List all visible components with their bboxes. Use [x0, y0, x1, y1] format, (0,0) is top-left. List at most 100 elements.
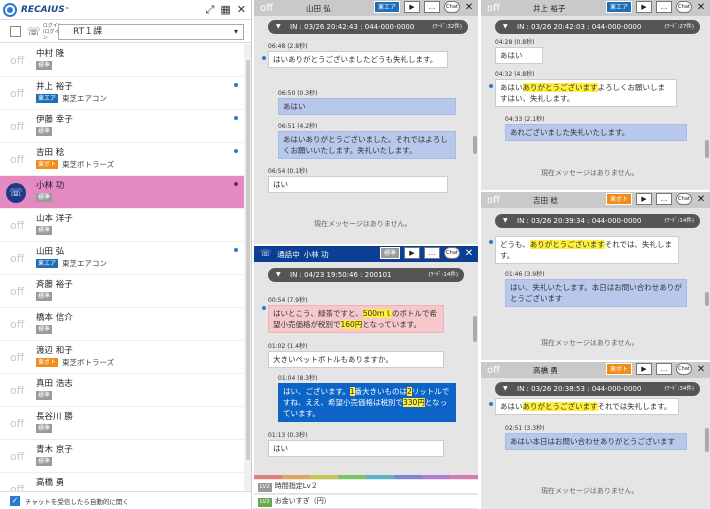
operator-row[interactable]: off 井上 裕子 東エア 東芝エアコン	[0, 77, 244, 110]
operator-row[interactable]: off 吉田 稔東ボト 東芝ボトラーズ	[0, 143, 244, 176]
login-filter-checkbox[interactable]	[10, 26, 21, 37]
company-badge: 標準	[36, 424, 53, 433]
message: あはいありがとうございますそれでは失礼します。	[495, 398, 679, 415]
keyword-highlight: ありがとうございます	[522, 83, 598, 92]
operator-row[interactable]: off 中村 隆標準	[0, 44, 244, 77]
call-info-text: IN : 03/26 20:38:53 : 044-000-0000	[517, 385, 642, 393]
operator-name: 橋本 信介	[36, 313, 73, 323]
call-info: ▼ IN : 03/26 20:42:03 : 044-000-0000 (ﾜｰ…	[495, 20, 700, 34]
play-button[interactable]: ▶	[636, 1, 652, 13]
operator-name: 吉田 稔	[533, 195, 558, 205]
message-bubble: あれございました失礼いたします。	[505, 124, 687, 141]
talk-button[interactable]: …	[424, 247, 440, 259]
keyword-alert[interactable]: LV2 お金いすぎ（円）	[254, 495, 478, 508]
message-time: 06:50 (0.3秒)	[278, 90, 318, 97]
operator-row[interactable]: off 山本 洋子 標準	[0, 209, 244, 242]
operator-name: 吉田 稔	[36, 148, 65, 158]
talk-button[interactable]: …	[656, 193, 672, 205]
panel-scrollbar[interactable]	[705, 140, 709, 158]
chat-button[interactable]: Chat	[676, 363, 692, 375]
company-badge: 東エア	[36, 259, 59, 268]
word-count: (ﾜｰﾄﾞ:32件)	[432, 24, 462, 30]
company-badge: 東ボト	[605, 193, 632, 205]
close-panel-button[interactable]: ✕	[464, 2, 474, 13]
sidebar-scrollbar-thumb[interactable]	[246, 60, 250, 460]
message-bubble: はい、ございます。1番大きいものは2リットルですね、ええ、希望小売価格は税別で3…	[278, 383, 456, 422]
operator-row[interactable]: off 青木 京子 標準	[0, 440, 244, 473]
play-button[interactable]: ▶	[404, 1, 420, 13]
close-panel-button[interactable]: ✕	[696, 364, 706, 375]
play-button[interactable]: ▶	[636, 363, 652, 375]
keyword-highlight: 330円	[403, 398, 425, 407]
call-info: ▼ IN : 03/26 20:42:43 : 044-000-0000 (ﾜｰ…	[268, 20, 468, 34]
unread-dot	[489, 402, 493, 406]
play-button[interactable]: ▶	[636, 193, 652, 205]
message-bubble: あはい	[495, 47, 543, 64]
close-icon[interactable]: ✕	[237, 3, 246, 17]
close-panel-button[interactable]: ✕	[464, 248, 474, 259]
collapse-icon[interactable]: ▼	[503, 20, 508, 34]
operator-name: 長谷川 勝	[36, 412, 73, 422]
operator-name: 渡辺 和子	[36, 346, 73, 356]
status-label: off	[10, 285, 25, 298]
operator-row[interactable]: off 真田 浩志 標準	[0, 374, 244, 407]
group-select[interactable]: RT１課 ▾	[58, 24, 244, 40]
no-message-text: 現在メッセージはありません。	[541, 487, 639, 495]
talk-button[interactable]: …	[656, 363, 672, 375]
chat-button[interactable]: Chat	[676, 193, 692, 205]
message-bubble: あはいありがとうございました。それではよろしくお願いいたします。失礼いたします。	[278, 131, 456, 159]
call-info: ▼ IN : 03/26 20:39:34 : 044-000-0000 (ﾜｰ…	[495, 214, 700, 228]
operator-name: 山本 洋子	[36, 214, 73, 224]
operator-row[interactable]: off 渡辺 和子 東ボト 東芝ボトラーズ	[0, 341, 244, 374]
word-count: (ﾜｰﾄﾞ:14件)	[428, 272, 458, 278]
message-time: 06:51 (4.2秒)	[278, 123, 318, 130]
operator-row[interactable]: ☏ 小林 功標準	[0, 176, 244, 209]
text-segment: それでは失礼します。	[597, 402, 672, 411]
word-count: (ﾜｰﾄﾞ:27件)	[664, 24, 694, 30]
operator-row[interactable]: off 伊藤 幸子 標準	[0, 110, 244, 143]
message: 06:51 (4.2秒) あはいありがとうございました。それではよろしくお願いい…	[278, 122, 456, 159]
panel-scrollbar[interactable]	[473, 136, 477, 154]
company-badge: 標準	[36, 292, 53, 301]
keyword-alert[interactable]: LV2 時間指定Lv２	[254, 480, 478, 493]
talk-button[interactable]: …	[656, 1, 672, 13]
operator-name: 山田 弘	[36, 247, 65, 257]
collapse-icon[interactable]: ▼	[276, 20, 281, 34]
operator-name: 真田 浩志	[36, 379, 73, 389]
grid-icon[interactable]: ▦	[220, 3, 230, 17]
operator-row[interactable]: off 橋本 信介 標準	[0, 308, 244, 341]
chevron-down-icon: ▾	[233, 27, 238, 36]
panel-scrollbar[interactable]	[473, 316, 477, 342]
close-panel-button[interactable]: ✕	[696, 194, 706, 205]
unread-dot	[489, 84, 493, 88]
operator-row[interactable]: off 長谷川 勝標準	[0, 407, 244, 440]
operator-row[interactable]: off 山田 弘東エア 東芝エアコン	[0, 242, 244, 275]
company-badge: 標準	[36, 193, 53, 202]
message-time: 01:04 (8.3秒)	[278, 375, 318, 382]
operator-row[interactable]: off 斉藤 裕子 標準	[0, 275, 244, 308]
company-badge: 標準	[36, 127, 53, 136]
chat-button[interactable]: Chat	[444, 1, 460, 13]
recaius-logo-icon	[3, 2, 17, 17]
text-segment: あはい	[500, 402, 523, 411]
status-label: off	[487, 194, 501, 206]
panel-scrollbar[interactable]	[705, 428, 709, 452]
operator-sidebar: RECAIUS ™ ⤢ ▦ ✕ ☏ ログイン /ログイン RT１課 ▾ off 中村…	[0, 0, 252, 509]
collapse-icon[interactable]: ▼	[503, 382, 508, 396]
auto-open-checkbox[interactable]: ✓	[10, 495, 20, 506]
message: 04:32 (4.8秒) あはいありがとうございますよろしくお願いしますはい、失…	[495, 70, 677, 107]
call-info-text: IN : 03/26 20:42:43 : 044-000-0000	[290, 23, 415, 31]
play-button[interactable]: ▶	[404, 247, 420, 259]
close-panel-button[interactable]: ✕	[696, 2, 706, 13]
message-bubble: どうも、ありがとうございますそれでは、失礼します。	[495, 236, 679, 264]
status-label: off	[10, 252, 25, 265]
talk-button[interactable]: …	[424, 1, 440, 13]
status-label: off	[487, 2, 501, 14]
chat-button[interactable]: Chat	[676, 1, 692, 13]
collapse-icon[interactable]: ▼	[276, 268, 281, 282]
chat-button[interactable]: Chat	[444, 247, 460, 259]
text-segment: はいとこう、緑茶ですと、	[273, 309, 363, 318]
export-icon[interactable]: ⤢	[206, 3, 215, 17]
collapse-icon[interactable]: ▼	[503, 214, 508, 228]
panel-scrollbar[interactable]	[705, 292, 709, 306]
